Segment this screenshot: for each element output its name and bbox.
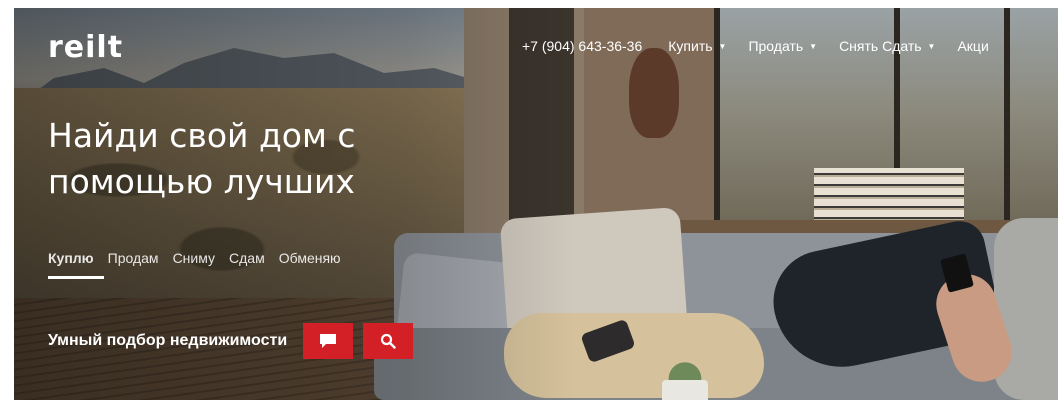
nav-item-label: Продать bbox=[748, 38, 804, 54]
tab-buy[interactable]: Куплю bbox=[48, 250, 104, 279]
caret-down-icon: ▼ bbox=[718, 41, 727, 51]
tab-sell[interactable]: Продам bbox=[108, 250, 159, 266]
tab-lease[interactable]: Сдам bbox=[229, 250, 265, 266]
caret-down-icon: ▼ bbox=[927, 41, 936, 51]
books-stack bbox=[814, 168, 964, 228]
nav-item-label: Купить bbox=[668, 38, 713, 54]
search-icon bbox=[381, 333, 396, 349]
smart-search-label: Умный подбор недвижимости bbox=[48, 332, 288, 349]
nav-item-rent[interactable]: Снять Сдать ▼ bbox=[839, 38, 935, 54]
person-sweater bbox=[994, 218, 1058, 400]
plant-pot bbox=[662, 380, 708, 400]
chat-icon bbox=[320, 334, 337, 348]
nav-item-label: Снять Сдать bbox=[839, 38, 922, 54]
chat-button[interactable] bbox=[303, 323, 354, 359]
tab-rent[interactable]: Сниму bbox=[173, 250, 215, 266]
top-nav: +7 (904) 643-36-36 Купить ▼ Продать ▼ Сн… bbox=[522, 38, 1011, 54]
headline-line: помощью лучших bbox=[48, 162, 355, 201]
caret-down-icon: ▼ bbox=[809, 41, 818, 51]
search-button[interactable] bbox=[363, 323, 414, 359]
hero-headline: Найди свой дом с помощью лучших bbox=[48, 113, 356, 205]
nav-item-buy[interactable]: Купить ▼ bbox=[668, 38, 726, 54]
hero-banner: reilt +7 (904) 643-36-36 Купить ▼ Продат… bbox=[14, 8, 1058, 400]
nav-item-promo[interactable]: Акци bbox=[957, 38, 988, 54]
smart-search-row: Умный подбор недвижимости bbox=[48, 323, 423, 359]
guitar-decor bbox=[629, 48, 679, 138]
tab-exchange[interactable]: Обменяю bbox=[279, 250, 341, 266]
nav-item-label: Акци bbox=[957, 38, 989, 54]
deal-type-tabs: Куплю Продам Сниму Сдам Обменяю bbox=[48, 250, 341, 279]
phone-link[interactable]: +7 (904) 643-36-36 bbox=[522, 38, 642, 54]
headline-line: Найди свой дом с bbox=[48, 116, 356, 155]
nav-item-sell[interactable]: Продать ▼ bbox=[748, 38, 817, 54]
logo[interactable]: reilt bbox=[48, 30, 123, 65]
